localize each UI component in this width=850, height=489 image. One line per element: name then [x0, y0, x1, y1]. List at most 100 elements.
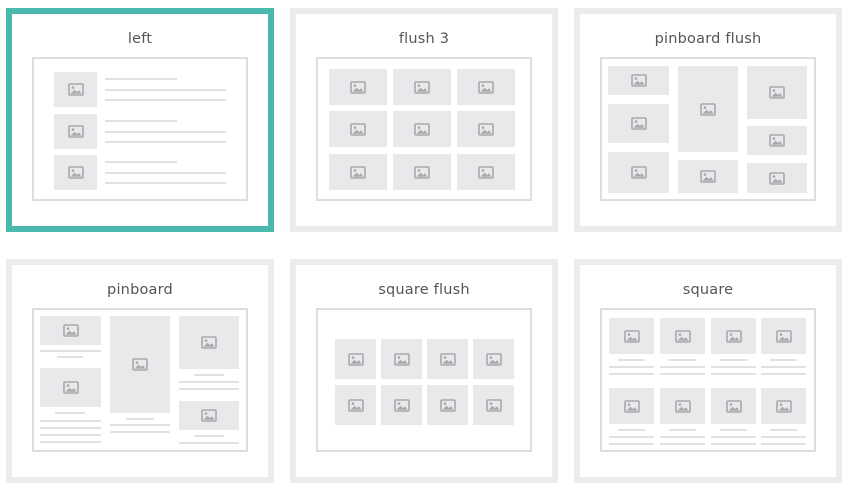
- image-placeholder: [393, 154, 451, 190]
- layout-option-pinboard[interactable]: pinboard: [6, 259, 274, 483]
- image-icon: [67, 125, 84, 138]
- layout-option-label: square: [682, 282, 734, 298]
- image-icon: [630, 117, 647, 130]
- text-line-placeholder: [179, 388, 239, 390]
- image-placeholder: [381, 339, 422, 379]
- layout-option-label: flush 3: [398, 31, 450, 47]
- image-icon: [347, 352, 364, 366]
- image-icon: [62, 381, 79, 394]
- text-line-placeholder: [105, 78, 177, 80]
- text-line-placeholder: [40, 427, 101, 429]
- text-line-placeholder: [609, 436, 654, 438]
- image-placeholder: [179, 401, 239, 430]
- image-icon: [347, 398, 364, 412]
- image-placeholder: [761, 318, 806, 354]
- text-line-placeholder: [711, 366, 756, 368]
- image-icon: [485, 352, 502, 366]
- image-icon: [393, 398, 410, 412]
- layout-preview: [600, 57, 816, 201]
- image-placeholder: [54, 155, 97, 190]
- image-placeholder: [381, 385, 422, 425]
- text-line-placeholder: [660, 373, 705, 375]
- text-line-placeholder: [40, 350, 101, 352]
- image-icon: [414, 165, 430, 179]
- image-icon: [201, 336, 217, 349]
- image-placeholder: [335, 339, 376, 379]
- text-line-placeholder: [105, 99, 226, 101]
- image-placeholder: [40, 316, 101, 345]
- image-icon: [623, 329, 640, 343]
- text-line-placeholder: [761, 436, 806, 438]
- text-line-placeholder: [105, 182, 226, 184]
- text-line-placeholder: [609, 443, 654, 445]
- text-line-placeholder: [179, 442, 239, 444]
- layout-preview: [32, 308, 248, 452]
- text-line-placeholder: [660, 366, 705, 368]
- text-line-placeholder: [711, 436, 756, 438]
- layout-option-pinboard-flush[interactable]: pinboard flush: [574, 8, 842, 232]
- layout-option-label: pinboard flush: [654, 31, 762, 47]
- image-placeholder: [761, 388, 806, 424]
- layout-preview: [600, 308, 816, 452]
- text-line-placeholder: [618, 429, 645, 431]
- text-line-placeholder: [179, 381, 239, 383]
- text-line-placeholder: [761, 366, 806, 368]
- text-line-placeholder: [669, 359, 696, 361]
- image-icon: [725, 399, 742, 413]
- layout-option-left[interactable]: left: [6, 8, 274, 232]
- image-icon: [630, 74, 647, 87]
- text-line-placeholder: [40, 441, 101, 443]
- image-placeholder: [660, 318, 705, 354]
- image-placeholder: [427, 385, 468, 425]
- image-placeholder: [457, 111, 515, 147]
- text-line-placeholder: [609, 366, 654, 368]
- image-icon: [623, 399, 640, 413]
- image-placeholder: [609, 388, 654, 424]
- layout-option-square[interactable]: square: [574, 259, 842, 483]
- layout-option-label: square flush: [378, 282, 470, 298]
- text-line-placeholder: [618, 359, 645, 361]
- image-icon: [201, 409, 217, 422]
- layout-option-square-flush[interactable]: square flush: [290, 259, 558, 483]
- image-icon: [769, 171, 785, 185]
- image-placeholder: [54, 114, 97, 149]
- text-line-placeholder: [110, 424, 170, 426]
- text-line-placeholder: [720, 359, 747, 361]
- text-line-placeholder: [711, 443, 756, 445]
- image-placeholder: [747, 126, 807, 155]
- text-line-placeholder: [105, 141, 226, 143]
- image-icon: [700, 170, 716, 183]
- text-line-placeholder: [194, 435, 224, 437]
- layout-option-flush-3[interactable]: flush 3: [290, 8, 558, 232]
- image-icon: [393, 352, 410, 366]
- image-icon: [674, 329, 691, 343]
- image-placeholder: [335, 385, 376, 425]
- image-icon: [62, 324, 79, 337]
- image-placeholder: [711, 318, 756, 354]
- image-placeholder: [329, 154, 387, 190]
- layout-preview: [316, 308, 532, 452]
- text-line-placeholder: [761, 373, 806, 375]
- layout-preview: [32, 57, 248, 201]
- text-line-placeholder: [110, 431, 170, 433]
- image-placeholder: [473, 385, 514, 425]
- text-line-placeholder: [660, 436, 705, 438]
- text-line-placeholder: [761, 443, 806, 445]
- image-icon: [478, 122, 494, 136]
- image-icon: [725, 329, 742, 343]
- text-line-placeholder: [57, 356, 83, 358]
- layout-option-label: pinboard: [107, 282, 173, 298]
- image-icon: [414, 80, 430, 94]
- image-placeholder: [660, 388, 705, 424]
- text-line-placeholder: [669, 429, 696, 431]
- image-placeholder: [427, 339, 468, 379]
- text-line-placeholder: [105, 120, 177, 122]
- text-line-placeholder: [40, 420, 101, 422]
- image-placeholder: [40, 368, 101, 407]
- text-line-placeholder: [55, 412, 85, 414]
- image-icon: [775, 399, 792, 413]
- image-icon: [414, 122, 430, 136]
- text-line-placeholder: [105, 131, 226, 133]
- text-line-placeholder: [660, 443, 705, 445]
- text-line-placeholder: [720, 429, 747, 431]
